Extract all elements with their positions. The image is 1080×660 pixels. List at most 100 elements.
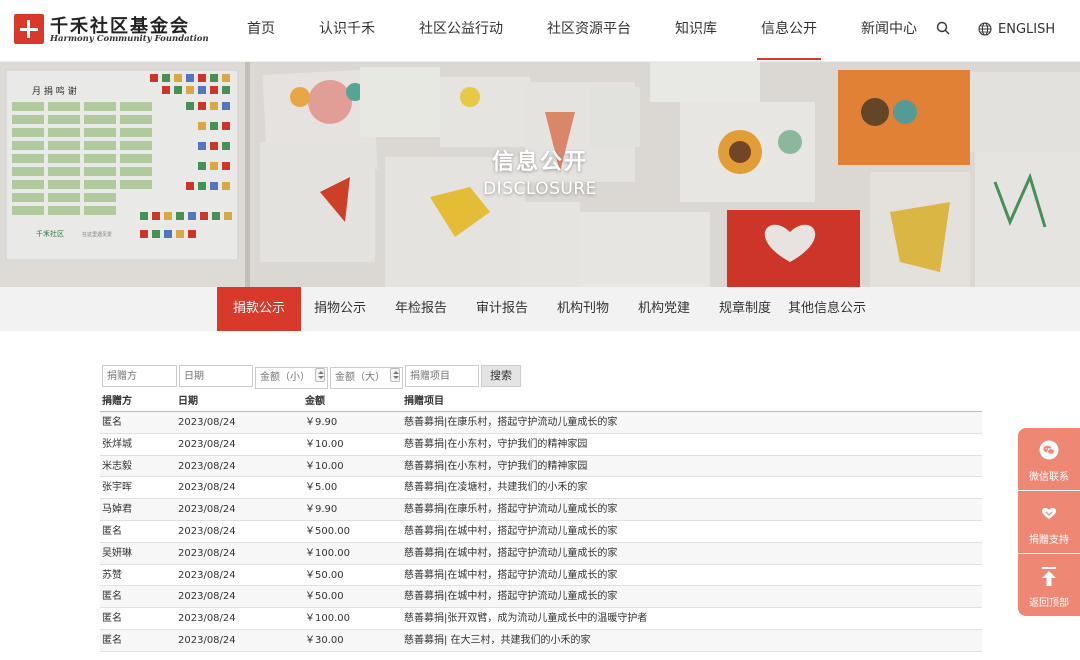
- cell-date: 2023/08/24: [178, 417, 236, 428]
- cell-donor: 匿名: [102, 525, 122, 537]
- date-input[interactable]: [179, 365, 253, 387]
- cell-project: 慈善募捐|张开双臂，成为流动儿童成长中的温暖守护者: [404, 613, 648, 625]
- table-header: 捐赠方 日期 金额 捐赠项目: [100, 392, 982, 412]
- cell-project: 慈善募捐|在城中村，搭起守护流动儿童成长的家: [404, 547, 618, 559]
- language-label: ENGLISH: [998, 21, 1056, 37]
- globe-icon: [978, 22, 992, 36]
- amount-min-stepper[interactable]: [315, 368, 325, 382]
- subnav-tab-donation-disclosure[interactable]: 捐款公示: [217, 287, 302, 331]
- cell-date: 2023/08/24: [178, 438, 236, 450]
- main-nav: 首页 认识千禾 社区公益行动 社区资源平台 知识库 信息公开 新闻中心: [232, 0, 917, 62]
- wechat-contact-label: 微信联系: [1029, 472, 1069, 483]
- cell-project: 慈善募捐|在小东村，守护我们的精神家园: [404, 438, 588, 450]
- search-icon[interactable]: [936, 21, 950, 35]
- cell-amount: ￥500.00: [305, 525, 350, 537]
- nav-item-news[interactable]: 新闻中心: [861, 0, 917, 62]
- wechat-contact-button[interactable]: 微信联系: [1018, 428, 1080, 490]
- cell-donor: 匿名: [102, 613, 122, 625]
- cell-project: 慈善募捐|在城中村，搭起守护流动儿童成长的家: [404, 569, 618, 581]
- cell-donor: 米志毅: [102, 460, 132, 472]
- table-row: 匿名 2023/08/24 ￥30.00 慈善募捐| 在大三村，共建我们的小禾的家: [100, 629, 982, 652]
- subnav-tab-publications[interactable]: 机构刊物: [557, 287, 609, 331]
- cell-project: 慈善募捐|在城中村，搭起守护流动儿童成长的家: [404, 525, 618, 537]
- table-row: 匿名 2023/08/24 ￥500.00 慈善募捐|在城中村，搭起守护流动儿童成长的…: [100, 521, 982, 543]
- nav-item-home[interactable]: 首页: [247, 0, 275, 62]
- table-row: 苏赞 2023/08/24 ￥50.00 慈善募捐|在城中村，搭起守护流动儿童成长的家: [100, 565, 982, 587]
- cell-donor: 张烊城: [102, 438, 132, 450]
- back-to-top-button[interactable]: 返回顶部: [1018, 554, 1080, 616]
- banner-subtitle: DISCLOSURE: [483, 179, 597, 199]
- cell-amount: ￥50.00: [305, 569, 344, 581]
- hero-banner: 月 捐 鸣 谢 千禾社区 在这里遇见爱 信息公开 DISCLOSURE: [0, 62, 1080, 287]
- cell-date: 2023/08/24: [178, 591, 236, 603]
- cell-amount: ￥100.00: [305, 547, 350, 559]
- foundation-logo[interactable]: 千禾社区基金会 Harmony Community Foundation: [14, 12, 214, 48]
- cell-date: 2023/08/24: [178, 504, 236, 516]
- subnav-tab-other-disclosure[interactable]: 其他信息公示: [788, 287, 866, 331]
- cell-date: 2023/08/24: [178, 482, 236, 494]
- cell-date: 2023/08/24: [178, 634, 236, 646]
- cell-project: 慈善募捐|在凌塘村，共建我们的小禾的家: [404, 482, 588, 494]
- amount-max-stepper[interactable]: [390, 368, 400, 382]
- cell-date: 2023/08/24: [178, 613, 236, 625]
- cell-donor: 苏赞: [102, 569, 122, 581]
- header-project: 捐赠项目: [404, 396, 444, 407]
- amount-min-field: [255, 365, 328, 389]
- header-date: 日期: [178, 396, 198, 407]
- cell-project: 慈善募捐| 在大三村，共建我们的小禾的家: [404, 634, 591, 646]
- subnav-tab-audit-report[interactable]: 审计报告: [476, 287, 528, 331]
- cell-date: 2023/08/24: [178, 569, 236, 581]
- subnav-tab-party-building[interactable]: 机构党建: [638, 287, 690, 331]
- nav-item-about[interactable]: 认识千禾: [319, 0, 375, 62]
- subnav-tab-regulations[interactable]: 规章制度: [719, 287, 771, 331]
- cell-amount: ￥5.00: [305, 482, 338, 494]
- cell-date: 2023/08/24: [178, 525, 236, 537]
- cell-donor: 匿名: [102, 591, 122, 603]
- cell-amount: ￥9.90: [305, 417, 338, 428]
- nav-item-community-action[interactable]: 社区公益行动: [419, 0, 503, 62]
- cell-amount: ￥9.90: [305, 504, 338, 516]
- table-row: 张宇晖 2023/08/24 ￥5.00 慈善募捐|在凌塘村，共建我们的小禾的家: [100, 477, 982, 500]
- heart-hands-icon: [1042, 507, 1056, 519]
- search-button[interactable]: 搜索: [481, 365, 521, 387]
- language-switch[interactable]: ENGLISH: [978, 19, 1055, 39]
- cell-donor: 吴妍琳: [102, 547, 132, 559]
- table-row: 张烊城 2023/08/24 ￥10.00 慈善募捐|在小东村，守护我们的精神家园: [100, 434, 982, 456]
- cell-amount: ￥50.00: [305, 591, 344, 603]
- disclosure-subnav: 捐款公示 捐物公示 年检报告 审计报告 机构刊物 机构党建 规章制度 其他信息公…: [0, 287, 1080, 331]
- cell-amount: ￥10.00: [305, 460, 344, 472]
- cell-amount: ￥10.00: [305, 438, 344, 450]
- donation-table: 捐赠方 日期 金额 捐赠项目 匿名 2023/08/24 ￥9.90 慈善募捐|在康乐…: [100, 392, 982, 652]
- cell-amount: ￥30.00: [305, 634, 344, 646]
- banner-title: 信息公开: [491, 150, 588, 175]
- wechat-icon: [1039, 440, 1059, 460]
- header-amount: 金额: [305, 396, 325, 407]
- donate-support-button[interactable]: 捐赠支持: [1018, 491, 1080, 553]
- project-input[interactable]: [405, 365, 479, 387]
- table-row: 匿名 2023/08/24 ￥100.00 慈善募捐|张开双臂，成为流动儿童成长中的温…: [100, 608, 982, 630]
- cell-project: 慈善募捐|在康乐村，搭起守护流动儿童成长的家: [404, 417, 618, 428]
- logo-english-name: Harmony Community Foundation: [50, 34, 209, 44]
- cell-donor: 匿名: [102, 417, 122, 428]
- nav-item-resource-platform[interactable]: 社区资源平台: [547, 0, 631, 62]
- donor-input[interactable]: [102, 365, 177, 387]
- table-row: 米志毅 2023/08/24 ￥10.00 慈善募捐|在小东村，守护我们的精神家园: [100, 455, 982, 478]
- table-row: 马婥君 2023/08/24 ￥9.90 慈善募捐|在康乐村，搭起守护流动儿童成长的家: [100, 499, 982, 521]
- cell-donor: 马婥君: [102, 504, 132, 516]
- cell-project: 慈善募捐|在城中村，搭起守护流动儿童成长的家: [404, 591, 618, 603]
- subnav-tab-annual-inspection[interactable]: 年检报告: [395, 287, 447, 331]
- nav-item-knowledge-base[interactable]: 知识库: [675, 0, 717, 62]
- table-row: 匿名 2023/08/24 ￥50.00 慈善募捐|在城中村，搭起守护流动儿童成长的家: [100, 586, 982, 609]
- subnav-tab-goods-disclosure[interactable]: 捐物公示: [314, 287, 366, 331]
- cell-date: 2023/08/24: [178, 460, 236, 472]
- amount-max-field: [330, 365, 403, 389]
- nav-item-disclosure[interactable]: 信息公开: [757, 0, 821, 62]
- cell-donor: 匿名: [102, 634, 122, 646]
- table-row: 吴妍琳 2023/08/24 ￥100.00 慈善募捐|在城中村，搭起守护流动儿童成长…: [100, 542, 982, 565]
- logo-mark-icon: [14, 14, 44, 44]
- cell-amount: ￥100.00: [305, 613, 350, 625]
- arrow-up-icon: [1042, 567, 1056, 586]
- back-to-top-label: 返回顶部: [1029, 598, 1069, 609]
- floating-side-widgets: 微信联系 捐赠支持 返回顶部: [1018, 428, 1080, 617]
- cell-date: 2023/08/24: [178, 547, 236, 559]
